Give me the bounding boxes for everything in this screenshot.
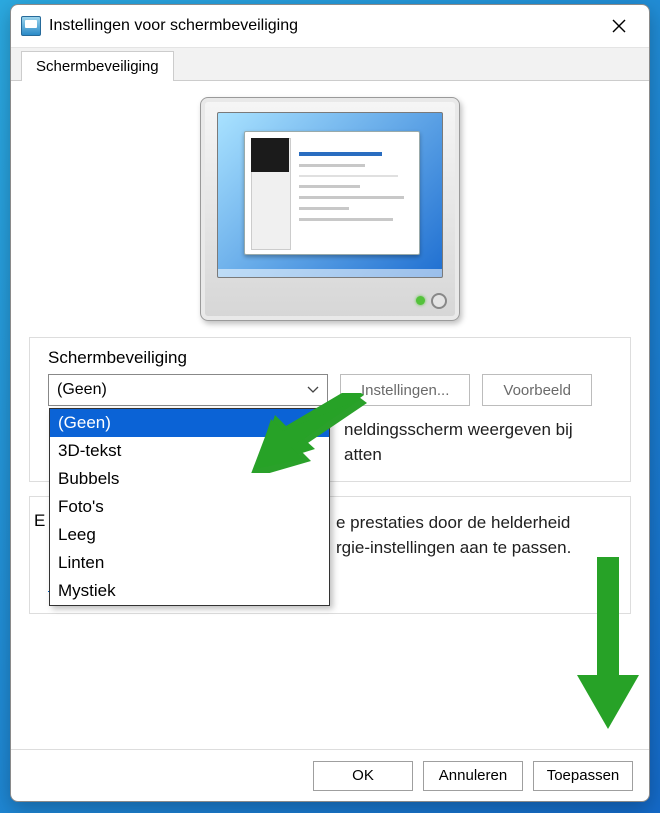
screensaver-option[interactable]: Leeg [50, 521, 329, 549]
screensaver-option[interactable]: Bubbels [50, 465, 329, 493]
screensaver-option[interactable]: Mystiek [50, 577, 329, 605]
power-heading-partial: E [34, 511, 45, 531]
settings-button[interactable]: Instellingen... [340, 374, 470, 406]
cancel-button[interactable]: Annuleren [423, 761, 523, 791]
screensaver-select-value: (Geen) [57, 381, 107, 399]
screensaver-option[interactable]: Linten [50, 549, 329, 577]
ok-button[interactable]: OK [313, 761, 413, 791]
dialog-footer: OK Annuleren Toepassen [11, 749, 649, 801]
titlebar: Instellingen voor schermbeveiliging [11, 5, 649, 47]
close-button[interactable] [597, 10, 641, 42]
dialog-body: Schermbeveiliging (Geen) (Geen) 3D-tekst… [11, 81, 649, 749]
preview-screen [217, 112, 443, 278]
dialog-window: Instellingen voor schermbeveiliging Sche… [10, 4, 650, 802]
chevron-down-icon [307, 381, 319, 399]
screensaver-option[interactable]: 3D-tekst [50, 437, 329, 465]
screensaver-select[interactable]: (Geen) (Geen) 3D-tekst Bubbels Foto's Le… [48, 374, 328, 406]
screensaver-dropdown-list: (Geen) 3D-tekst Bubbels Foto's Leeg Lint… [49, 408, 330, 606]
close-icon [612, 19, 626, 33]
preview-monitor [200, 97, 460, 321]
tab-screensaver[interactable]: Schermbeveiliging [21, 51, 174, 81]
power-button-icon [431, 293, 447, 309]
screensaver-label: Schermbeveiliging [48, 348, 612, 368]
screensaver-option[interactable]: (Geen) [50, 409, 329, 437]
screensaver-icon [21, 16, 41, 36]
screensaver-group: Schermbeveiliging (Geen) (Geen) 3D-tekst… [29, 337, 631, 482]
window-title: Instellingen voor schermbeveiliging [49, 17, 597, 35]
screensaver-option[interactable]: Foto's [50, 493, 329, 521]
preview-button[interactable]: Voorbeeld [482, 374, 592, 406]
power-led-icon [416, 296, 425, 305]
tab-strip: Schermbeveiliging [11, 47, 649, 81]
power-description-partial: e prestaties door de helderheid rgie-ins… [336, 511, 571, 560]
resume-text-partial: neldingsscherm weergeven bij atten [344, 418, 573, 467]
apply-button[interactable]: Toepassen [533, 761, 633, 791]
